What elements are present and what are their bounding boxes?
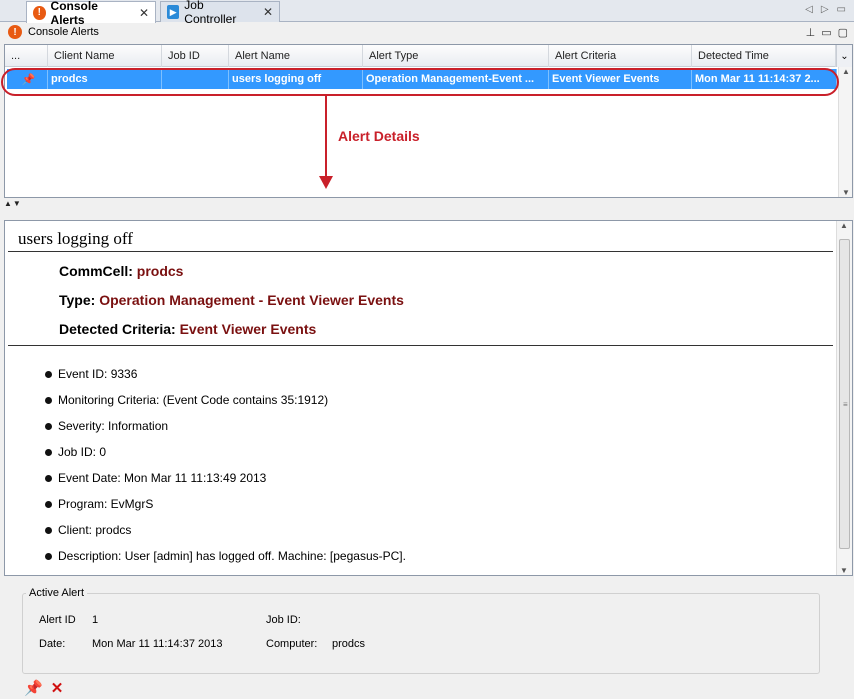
bullet-icon [45, 396, 52, 404]
bullet-icon [45, 500, 52, 508]
bottom-toolbar: 📌 ✕ [24, 679, 63, 697]
group-title: Active Alert [26, 587, 88, 599]
tab-list-icon[interactable]: ▭ [837, 4, 846, 15]
column-header-detected-time[interactable]: Detected Time [692, 45, 836, 67]
column-header-alert-name[interactable]: Alert Name [229, 45, 363, 67]
close-icon[interactable]: ✕ [139, 6, 149, 20]
view-title: Console Alerts [28, 26, 99, 38]
annotation-label: Alert Details [338, 128, 420, 144]
details-title: users logging off [18, 229, 133, 248]
chevron-down-icon[interactable]: ⌄ [836, 45, 852, 67]
pin-icon[interactable]: 📌 [24, 679, 43, 697]
commcell-row: CommCell: prodcs [59, 263, 183, 279]
job-id-label: Job ID: [266, 614, 301, 626]
column-header-alert-type[interactable]: Alert Type [363, 45, 549, 67]
list-item: Client: prodcs [45, 523, 131, 537]
table-scrollbar[interactable]: ▲ ▼ [838, 67, 852, 197]
type-row: Type: Operation Management - Event Viewe… [59, 292, 404, 308]
scroll-thumb[interactable]: ≡ [839, 239, 850, 549]
pin-view-icon[interactable]: ⊥ [806, 26, 816, 39]
delete-icon[interactable]: ✕ [51, 679, 64, 697]
scroll-up-icon[interactable]: ▲ [839, 67, 853, 76]
bullet-icon [45, 526, 52, 534]
bullet-icon [45, 370, 52, 378]
item-text: Program: EvMgrS [58, 497, 154, 511]
active-alert-group [22, 593, 820, 674]
tab-next-icon[interactable]: ▷ [821, 4, 829, 15]
item-text: Client: prodcs [58, 523, 132, 537]
bullet-icon [45, 422, 52, 430]
annotation-arrow-head [319, 176, 333, 189]
list-item: Event ID: 9336 [45, 367, 137, 381]
item-text: Severity: Information [58, 419, 169, 433]
tab-job-controller[interactable]: ▶ Job Controller ✕ [160, 0, 280, 26]
item-text: Event Date: Mon Mar 11 11:13:49 2013 [58, 471, 267, 485]
alert-details-pane: users logging off CommCell: prodcs Type:… [4, 220, 853, 576]
tab-navigation: ◁ ▷ ▭ [805, 4, 846, 15]
scroll-up-icon[interactable]: ▲ [837, 221, 851, 230]
type-label: Type: [59, 292, 96, 308]
column-header-client-name[interactable]: Client Name [48, 45, 162, 67]
bullet-icon [45, 474, 52, 482]
list-item: Event Date: Mon Mar 11 11:13:49 2013 [45, 471, 266, 485]
alert-id-label: Alert ID [39, 614, 76, 626]
type-value: Operation Management - Event Viewer Even… [99, 292, 404, 308]
criteria-row: Detected Criteria: Event Viewer Events [59, 321, 316, 337]
divider [8, 345, 833, 346]
alert-id-value: 1 [92, 614, 99, 626]
list-item: Monitoring Criteria: (Event Code contain… [45, 393, 328, 407]
item-text: Monitoring Criteria: (Event Code contain… [58, 393, 329, 407]
minimize-icon[interactable]: ▭ [821, 26, 831, 39]
computer-value: prodcs [332, 638, 366, 650]
date-value: Mon Mar 11 11:14:37 2013 [92, 638, 223, 650]
criteria-value: Event Viewer Events [179, 321, 317, 337]
tab-console-alerts[interactable]: ! Console Alerts ✕ [26, 0, 156, 27]
divider [8, 251, 833, 252]
job-controller-icon: ▶ [167, 5, 180, 19]
bullet-icon [45, 448, 52, 456]
alert-icon: ! [8, 25, 22, 39]
scroll-down-icon[interactable]: ▼ [839, 188, 853, 197]
tab-prev-icon[interactable]: ◁ [805, 4, 813, 15]
list-item: Severity: Information [45, 419, 168, 433]
alert-icon: ! [33, 5, 46, 20]
scroll-down-icon[interactable]: ▼ [837, 566, 851, 575]
view-header: ! Console Alerts [0, 22, 854, 42]
grip-icon: ≡ [843, 400, 848, 409]
details-scrollbar[interactable]: ▲ ≡ ▼ [836, 221, 852, 575]
criteria-label: Detected Criteria: [59, 321, 176, 337]
list-item: Job ID: 0 [45, 445, 106, 459]
list-item: Program: EvMgrS [45, 497, 153, 511]
item-text: Event ID: 9336 [58, 367, 138, 381]
collapse-up-icon[interactable]: ▲ [4, 199, 12, 209]
column-header-job-id[interactable]: Job ID [162, 45, 229, 67]
column-header-alert-criteria[interactable]: Alert Criteria [549, 45, 692, 67]
column-header-menu[interactable]: ... [5, 45, 48, 67]
collapse-down-icon[interactable]: ▼ [13, 199, 21, 209]
close-icon[interactable]: ✕ [263, 5, 273, 19]
computer-label: Computer: [266, 638, 318, 650]
maximize-icon[interactable]: ▢ [838, 26, 848, 39]
annotation-arrow-line [325, 96, 327, 178]
selection-highlight-ring [1, 68, 839, 96]
commcell-value: prodcs [136, 263, 184, 279]
pane-splitter[interactable]: ▲ ▼ [4, 199, 34, 209]
list-item: Description: User [admin] has logged off… [45, 549, 406, 563]
table-header: ... Client Name Job ID Alert Name Alert … [5, 45, 852, 67]
date-label: Date: [39, 638, 66, 650]
view-controls: ⊥ ▭ ▢ [806, 26, 848, 39]
bullet-icon [45, 552, 52, 560]
commcell-label: CommCell: [59, 263, 133, 279]
item-text: Job ID: 0 [58, 445, 107, 459]
item-text: Description: User [admin] has logged off… [58, 549, 406, 563]
